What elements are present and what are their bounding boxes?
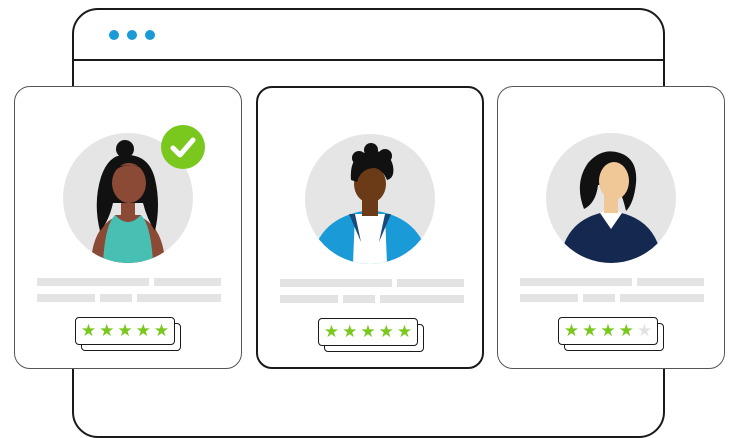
star-icon: ★ — [323, 321, 340, 342]
star-icon: ★ — [80, 320, 97, 341]
profile-card[interactable]: ★ ★ ★ ★ ★ — [497, 86, 725, 369]
star-icon: ★ — [582, 320, 598, 341]
star-icon: ★ — [563, 320, 580, 341]
star-icon: ★ — [135, 320, 151, 341]
star-icon: ★ — [600, 320, 616, 341]
profile-text-placeholder — [280, 279, 464, 311]
star-icon: ★ — [99, 320, 115, 341]
avatar — [305, 134, 435, 264]
avatar — [546, 133, 676, 263]
profile-text-placeholder — [520, 278, 704, 310]
star-rating: ★ ★ ★ ★ ★ — [75, 317, 183, 351]
verified-badge — [161, 125, 205, 169]
star-icon: ★ — [117, 320, 133, 341]
star-icon: ★ — [636, 320, 653, 341]
star-rating: ★ ★ ★ ★ ★ — [318, 318, 426, 352]
window-dot-icon[interactable] — [127, 30, 137, 40]
star-icon: ★ — [378, 321, 394, 342]
star-icon: ★ — [360, 321, 376, 342]
window-controls — [109, 30, 155, 40]
star-icon: ★ — [618, 320, 634, 341]
star-icon: ★ — [153, 320, 170, 341]
profile-card[interactable]: ★ ★ ★ ★ ★ — [14, 86, 242, 369]
browser-toolbar-divider — [74, 59, 663, 61]
profile-card[interactable]: ★ ★ ★ ★ ★ — [256, 86, 484, 369]
window-dot-icon[interactable] — [145, 30, 155, 40]
profile-text-placeholder — [37, 278, 221, 310]
checkmark-icon — [170, 137, 196, 158]
star-icon: ★ — [396, 321, 413, 342]
window-dot-icon[interactable] — [109, 30, 119, 40]
star-icon: ★ — [342, 321, 358, 342]
star-rating: ★ ★ ★ ★ ★ — [558, 317, 666, 351]
